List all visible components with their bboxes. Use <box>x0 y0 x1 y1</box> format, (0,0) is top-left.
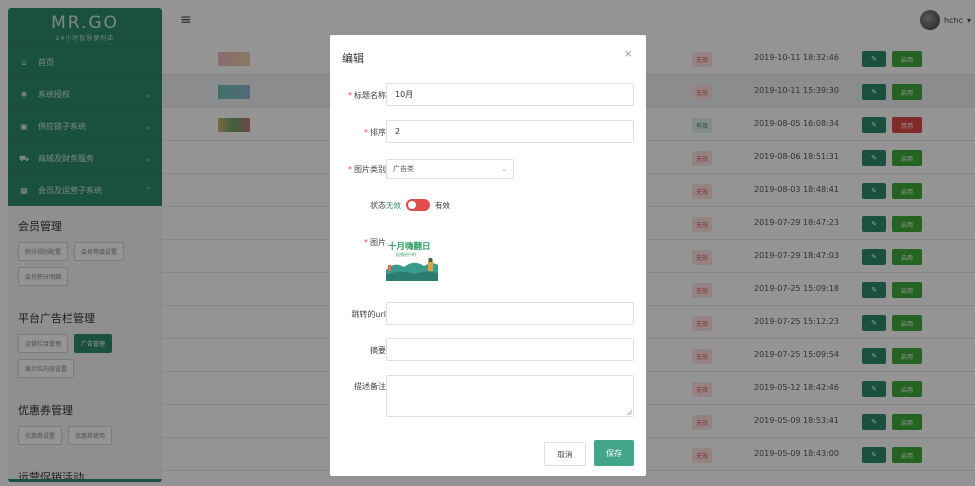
category-select[interactable]: 广告类 ⌄ <box>386 159 514 179</box>
form-row-summary: 摘要 <box>330 338 646 362</box>
cancel-button[interactable]: 取消 <box>544 442 586 466</box>
switch-on-label: 有效 <box>435 200 450 210</box>
image-label: * 图片 <box>364 238 386 247</box>
form-row-image: * 图片 十月嗨翻日 促销进行时 <box>330 235 646 285</box>
promo-subtitle: 促销进行时 <box>396 251 416 257</box>
title-label: * 标题名称 <box>348 91 386 100</box>
note-label: 描述备注 <box>354 382 386 391</box>
form-row-title: * 标题名称 10月 <box>330 83 646 107</box>
order-label: * 排序 <box>364 128 386 137</box>
dialog-title: 编辑 <box>342 52 364 65</box>
edit-dialog: 编辑 × * 标题名称 10月 * 排序 2 * 图片类别 广告类 ⌄ 状态 无效 有… <box>330 35 646 476</box>
promo-image[interactable]: 十月嗨翻日 促销进行时 <box>386 239 438 281</box>
close-icon[interactable]: × <box>624 47 633 60</box>
status-switch-group: 无效 有效 <box>386 199 450 211</box>
note-textarea[interactable] <box>386 375 634 417</box>
title-input[interactable]: 10月 <box>386 83 634 106</box>
category-value: 广告类 <box>393 165 414 173</box>
chevron-down-icon: ⌄ <box>501 165 507 173</box>
form-row-status: 状态 无效 有效 <box>330 198 646 214</box>
status-label: 状态 <box>370 201 386 210</box>
form-row-order: * 排序 2 <box>330 120 646 144</box>
switch-off-label: 无效 <box>386 200 401 210</box>
status-toggle[interactable] <box>406 199 430 211</box>
summary-label: 摘要 <box>370 346 386 355</box>
category-label: * 图片类别 <box>348 165 386 174</box>
summary-input[interactable] <box>386 338 634 361</box>
save-button[interactable]: 保存 <box>594 440 634 466</box>
url-label: 跳转的url <box>351 310 386 319</box>
form-row-url: 跳转的url <box>330 302 646 326</box>
promo-title: 十月嗨翻日 <box>388 241 431 252</box>
resize-handle-icon[interactable] <box>626 409 632 415</box>
url-input[interactable] <box>386 302 634 325</box>
toggle-knob <box>408 201 416 209</box>
form-row-note: 描述备注 <box>330 375 646 417</box>
order-input[interactable]: 2 <box>386 120 634 143</box>
form-row-category: * 图片类别 广告类 ⌄ <box>330 159 646 181</box>
